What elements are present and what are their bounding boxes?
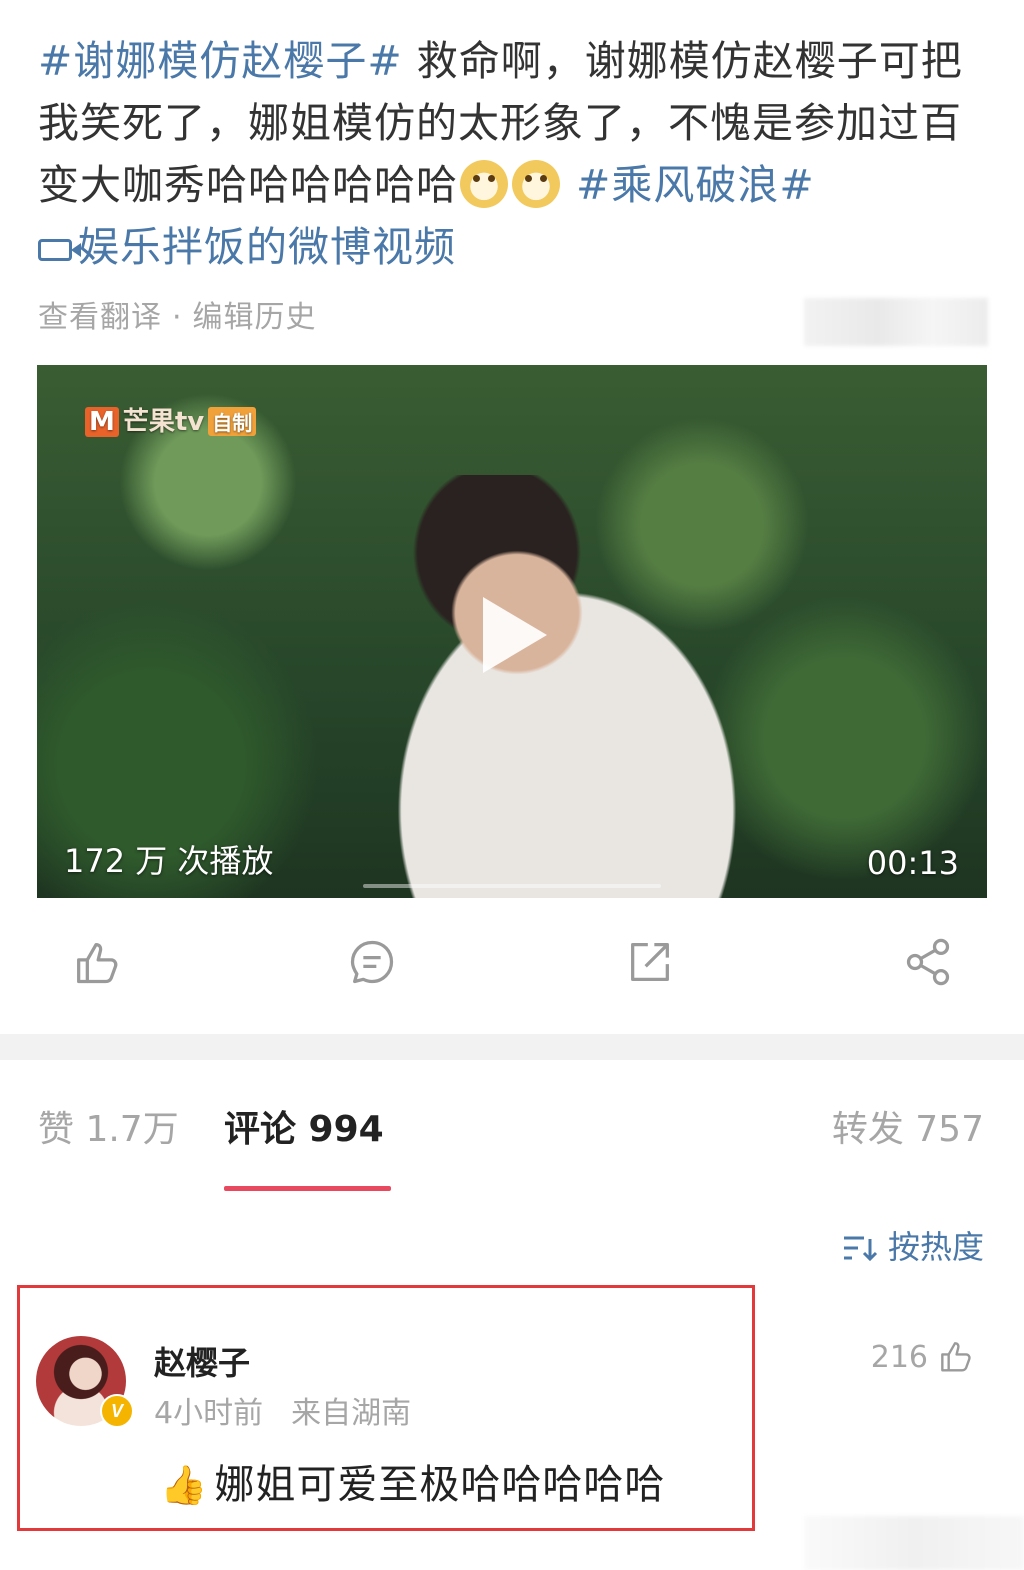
- video-watermark: M 芒果tv 自制: [85, 401, 257, 438]
- doge-emoji-icon: [460, 160, 508, 208]
- active-tab-indicator: [224, 1186, 391, 1191]
- thumbs-up-emoji-icon: 👍: [160, 1463, 209, 1507]
- meta-separator: ·: [172, 300, 183, 335]
- thumbs-up-icon: [77, 943, 118, 984]
- video-duration: 00:13: [866, 844, 959, 882]
- topic-link-xie-na[interactable]: #谢娜模仿赵樱子#: [38, 37, 403, 85]
- tab-comments[interactable]: 评论 994: [224, 1100, 384, 1152]
- sort-toggle[interactable]: 按热度: [842, 1222, 984, 1268]
- play-icon[interactable]: [483, 597, 547, 673]
- post-text: #谢娜模仿赵樱子# 救命啊，谢娜模仿赵樱子可把我笑死了，娜姐模仿的太形象了，不愧…: [38, 30, 998, 278]
- interaction-tabs: 赞 1.7万 评论 994 转发 757: [0, 1100, 1024, 1170]
- action-bar: [0, 936, 1024, 1000]
- blurred-region: [804, 1516, 1024, 1570]
- share-icon: [906, 938, 950, 986]
- repost-button[interactable]: [624, 936, 684, 1000]
- comment-time: 4小时前: [154, 1396, 264, 1431]
- comment-location: 来自湖南: [291, 1396, 412, 1431]
- play-count: 172 万 次播放: [64, 842, 274, 880]
- post-meta-row: 查看翻译 · 编辑历史: [38, 292, 317, 336]
- edit-history-link[interactable]: 编辑历史: [193, 300, 317, 335]
- sort-label: 按热度: [887, 1228, 984, 1266]
- comment-text: 👍 娜姐可爱至极哈哈哈哈哈: [160, 1452, 665, 1510]
- comment-body: 娜姐可爱至极哈哈哈哈哈: [214, 1462, 666, 1508]
- repost-icon: [631, 943, 669, 981]
- video-camera-icon: [38, 239, 81, 261]
- translate-link[interactable]: 查看翻译: [38, 300, 162, 335]
- video-progress-bar[interactable]: [363, 884, 661, 888]
- video-player[interactable]: M 芒果tv 自制 172 万 次播放 00:13: [37, 365, 987, 898]
- video-frame-image: [327, 475, 827, 898]
- topic-link-chengfengpolang[interactable]: #乘风破浪#: [576, 161, 815, 209]
- mango-tv-logo: M: [85, 407, 119, 437]
- comment-like-button[interactable]: 216: [871, 1337, 974, 1375]
- watermark-brand: 芒果tv: [122, 407, 205, 437]
- comment-button[interactable]: [346, 936, 406, 1000]
- like-button[interactable]: [70, 936, 130, 1000]
- section-divider: [0, 1034, 1024, 1060]
- doge-emoji-icon: [512, 160, 560, 208]
- blurred-region: [804, 298, 988, 346]
- tab-likes[interactable]: 赞 1.7万: [38, 1100, 179, 1152]
- comment-icon: [350, 940, 394, 984]
- comment-meta: 4小时前 来自湖南: [154, 1388, 411, 1432]
- verified-badge-icon: V: [100, 1394, 134, 1428]
- thumbs-up-icon: [941, 1342, 971, 1372]
- tab-reposts[interactable]: 转发 757: [832, 1100, 984, 1152]
- video-link[interactable]: 娱乐拌饭的微博视频: [38, 223, 456, 271]
- sort-icon: [843, 1236, 878, 1261]
- watermark-tag: 自制: [208, 407, 257, 436]
- video-link-label: 娱乐拌饭的微博视频: [78, 223, 456, 271]
- comment-author[interactable]: 赵樱子: [154, 1338, 250, 1384]
- share-button[interactable]: [902, 936, 962, 1000]
- comment-like-count: 216: [870, 1340, 928, 1375]
